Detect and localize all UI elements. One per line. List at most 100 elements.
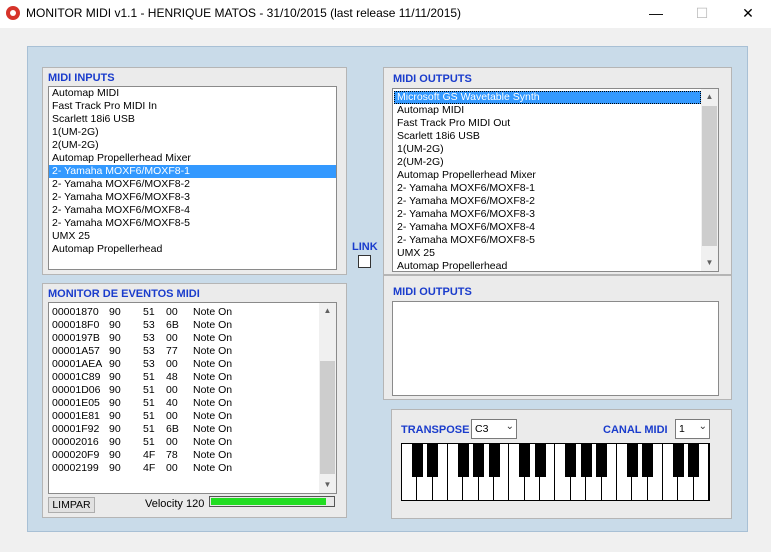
title-bar: MONITOR MIDI v1.1 - HENRIQUE MATOS - 31/… [0, 0, 771, 28]
event-type: Note On [193, 410, 233, 422]
black-key[interactable] [473, 444, 485, 477]
event-status: 90 [109, 371, 121, 383]
event-data1: 51 [143, 397, 155, 409]
midi-input-item[interactable]: Automap MIDI [49, 87, 336, 100]
black-key[interactable] [580, 444, 592, 477]
black-key[interactable] [411, 444, 423, 477]
event-status: 90 [109, 319, 121, 331]
event-status: 90 [109, 423, 121, 435]
black-key[interactable] [457, 444, 469, 477]
event-type: Note On [193, 332, 233, 344]
black-key[interactable] [688, 444, 700, 477]
event-data2: 48 [166, 371, 178, 383]
black-key[interactable] [488, 444, 500, 477]
events-list[interactable]: 00001870 90 51 00 Note On 000018F0 90 53 6B Note … [48, 302, 337, 494]
midi-input-item[interactable]: UMX 25 [49, 230, 336, 243]
black-key[interactable] [534, 444, 546, 477]
app-icon[interactable] [6, 6, 20, 20]
event-status: 90 [109, 397, 121, 409]
piano-keyboard[interactable] [401, 443, 710, 501]
event-data2: 00 [166, 306, 178, 318]
midi-inputs-list[interactable]: Automap MIDI Fast Track Pro MIDI In Scarle… [48, 86, 337, 270]
event-data1: 51 [143, 423, 155, 435]
midi-outputs-list[interactable]: Microsoft GS Wavetable Synth Automap MIDI… [392, 88, 719, 272]
midi-output-item[interactable]: Scarlett 18i6 USB [394, 130, 701, 143]
midi-output-item[interactable]: Microsoft GS Wavetable Synth [394, 91, 701, 104]
velocity-display: Velocity 120 [145, 498, 204, 510]
midi-input-item[interactable]: Scarlett 18i6 USB [49, 113, 336, 126]
midi-input-item[interactable]: 2- Yamaha MOXF6/MOXF8-4 [49, 204, 336, 217]
black-key[interactable] [519, 444, 531, 477]
event-data1: 53 [143, 345, 155, 357]
event-status: 90 [109, 449, 121, 461]
event-time: 00001D06 [52, 384, 101, 396]
black-key[interactable] [626, 444, 638, 477]
event-data2: 6B [166, 319, 179, 331]
midi-outputs-2-list[interactable] [392, 301, 719, 396]
midi-outputs-panel-2: MIDI OUTPUTS [383, 275, 732, 400]
midi-output-item[interactable]: 2- Yamaha MOXF6/MOXF8-3 [394, 208, 701, 221]
black-key[interactable] [565, 444, 577, 477]
midi-input-item[interactable]: 2(UM-2G) [49, 139, 336, 152]
midi-output-item[interactable]: Automap MIDI [394, 104, 701, 117]
event-type: Note On [193, 345, 233, 357]
event-status: 90 [109, 345, 121, 357]
black-key[interactable] [596, 444, 608, 477]
event-data1: 51 [143, 371, 155, 383]
event-data2: 00 [166, 436, 178, 448]
scroll-down-icon[interactable]: ▼ [701, 255, 718, 271]
midi-output-item[interactable]: 2(UM-2G) [394, 156, 701, 169]
midi-output-item[interactable]: Automap Propellerhead [394, 260, 701, 271]
close-button[interactable]: ✕ [725, 0, 771, 28]
transpose-label: TRANSPOSE [401, 424, 470, 436]
event-status: 90 [109, 436, 121, 448]
event-data2: 77 [166, 345, 178, 357]
event-data2: 00 [166, 410, 178, 422]
client-area: MIDI INPUTS Automap MIDI Fast Track Pro M… [0, 28, 771, 552]
midi-output-item[interactable]: 2- Yamaha MOXF6/MOXF8-5 [394, 234, 701, 247]
transpose-value: C3 [475, 423, 489, 435]
midi-output-item[interactable]: Fast Track Pro MIDI Out [394, 117, 701, 130]
midi-input-item[interactable]: Fast Track Pro MIDI In [49, 100, 336, 113]
outputs-scrollbar[interactable]: ▲ ▼ [701, 89, 718, 271]
midi-output-item[interactable]: 1(UM-2G) [394, 143, 701, 156]
midi-output-item[interactable]: 2- Yamaha MOXF6/MOXF8-2 [394, 195, 701, 208]
event-status: 90 [109, 410, 121, 422]
scroll-up-icon[interactable]: ▲ [701, 89, 718, 105]
event-status: 90 [109, 306, 121, 318]
midi-input-item[interactable]: 2- Yamaha MOXF6/MOXF8-1 [49, 165, 336, 178]
scroll-down-icon[interactable]: ▼ [319, 477, 336, 493]
midi-input-item[interactable]: Automap Propellerhead Mixer [49, 152, 336, 165]
minimize-button[interactable]: — [633, 0, 679, 28]
midi-input-item[interactable]: Automap Propellerhead [49, 243, 336, 256]
event-data1: 51 [143, 436, 155, 448]
midi-output-item[interactable]: Automap Propellerhead Mixer [394, 169, 701, 182]
event-time: 000018F0 [52, 319, 100, 331]
event-data1: 4F [143, 462, 156, 474]
event-type: Note On [193, 423, 233, 435]
scroll-thumb[interactable] [320, 361, 335, 474]
black-key[interactable] [642, 444, 654, 477]
event-type: Note On [193, 449, 233, 461]
event-data1: 51 [143, 410, 155, 422]
black-key[interactable] [427, 444, 439, 477]
link-label: LINK [352, 241, 378, 253]
clear-button[interactable]: LIMPAR [48, 497, 95, 513]
velocity-label: Velocity [145, 498, 183, 510]
midi-inputs-panel: MIDI INPUTS Automap MIDI Fast Track Pro M… [42, 67, 347, 275]
midi-input-item[interactable]: 2- Yamaha MOXF6/MOXF8-5 [49, 217, 336, 230]
midi-output-item[interactable]: 2- Yamaha MOXF6/MOXF8-1 [394, 182, 701, 195]
midi-output-item[interactable]: 2- Yamaha MOXF6/MOXF8-4 [394, 221, 701, 234]
black-key[interactable] [672, 444, 684, 477]
link-checkbox[interactable] [358, 255, 371, 268]
midi-input-item[interactable]: 1(UM-2G) [49, 126, 336, 139]
scroll-up-icon[interactable]: ▲ [319, 303, 336, 319]
midi-input-item[interactable]: 2- Yamaha MOXF6/MOXF8-3 [49, 191, 336, 204]
midi-input-item[interactable]: 2- Yamaha MOXF6/MOXF8-2 [49, 178, 336, 191]
midi-output-item[interactable]: UMX 25 [394, 247, 701, 260]
event-status: 90 [109, 462, 121, 474]
events-scrollbar[interactable]: ▲ ▼ [319, 303, 336, 493]
scroll-thumb[interactable] [702, 106, 717, 246]
canal-midi-select[interactable]: 1 ⌄ [675, 419, 710, 439]
transpose-select[interactable]: C3 ⌄ [471, 419, 517, 439]
